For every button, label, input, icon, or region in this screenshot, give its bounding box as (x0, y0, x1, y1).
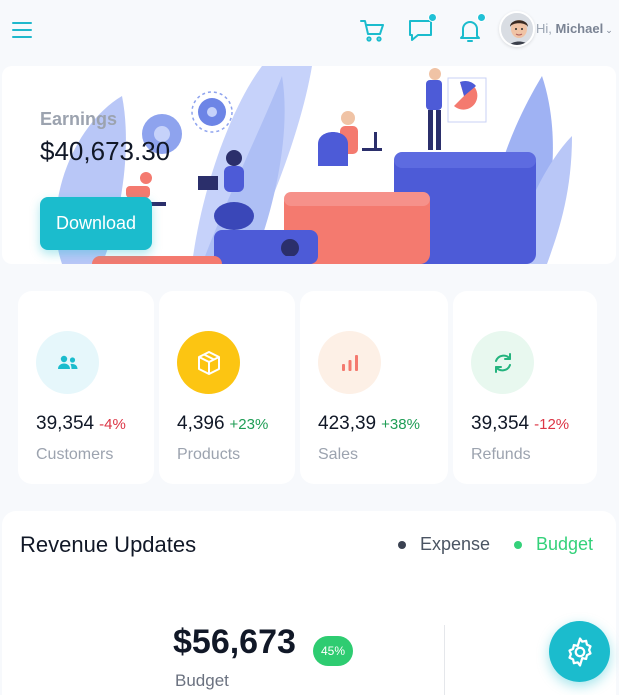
legend-dot (514, 540, 522, 549)
chat-icon[interactable] (407, 13, 437, 44)
stat-card-products[interactable]: 4,396 +23% Products (159, 291, 295, 484)
stat-value: 39,354 -4% (36, 413, 126, 434)
chevron-down-icon: ⌄ (605, 25, 613, 35)
bar-chart-icon (318, 331, 381, 394)
greeting-text: Hi, (536, 21, 552, 36)
stat-label: Products (177, 446, 241, 463)
notification-dot (428, 13, 437, 22)
stat-value: 39,354 -12% (471, 413, 570, 434)
revenue-sub-label: Budget (175, 671, 229, 690)
revenue-card: Revenue Updates Expense Budget $56,673 4… (2, 511, 616, 695)
notification-dot (477, 13, 486, 22)
legend-dot (398, 540, 406, 549)
stat-card-refunds[interactable]: 39,354 -12% Refunds (453, 291, 597, 484)
legend-expense: Expense (398, 534, 490, 555)
legend-budget: Budget (514, 534, 593, 555)
avatar[interactable] (499, 11, 535, 47)
download-button[interactable]: Download (40, 197, 152, 250)
percent-badge: 45% (313, 636, 353, 666)
revenue-title: Revenue Updates (20, 532, 197, 557)
stat-label: Refunds (471, 446, 531, 463)
users-icon (36, 331, 99, 394)
gear-icon (567, 636, 592, 667)
earnings-label: Earnings (40, 109, 118, 129)
legend-label: Budget (536, 534, 594, 554)
user-greeting[interactable]: Hi, Michael ⌄ (536, 21, 613, 36)
menu-icon[interactable] (12, 22, 32, 40)
stat-card-customers[interactable]: 39,354 -4% Customers (18, 291, 154, 484)
legend-label: Expense (420, 534, 491, 554)
top-bar: Hi, Michael ⌄ (0, 0, 619, 62)
earnings-value: $40,673.30 (40, 136, 171, 166)
box-icon (177, 331, 240, 394)
divider (444, 625, 445, 695)
stat-change: +38% (381, 416, 420, 433)
stat-card-sales[interactable]: 423,39 +38% Sales (300, 291, 448, 484)
earnings-card: Earnings $40,673.30 Download (2, 66, 616, 264)
settings-button[interactable] (549, 621, 610, 682)
stat-change: +23% (229, 416, 269, 433)
bell-icon[interactable] (456, 13, 486, 44)
refresh-icon (471, 331, 534, 394)
stat-value: 423,39 +38% (318, 413, 420, 434)
stat-value: 4,396 +23% (177, 413, 269, 434)
user-name: Michael (555, 21, 604, 36)
stat-label: Sales (318, 446, 359, 463)
revenue-value: $56,673 (173, 623, 296, 661)
cart-icon[interactable] (358, 16, 386, 44)
stat-change: -12% (534, 416, 570, 433)
stat-label: Customers (36, 446, 114, 463)
stat-change: -4% (99, 416, 126, 433)
